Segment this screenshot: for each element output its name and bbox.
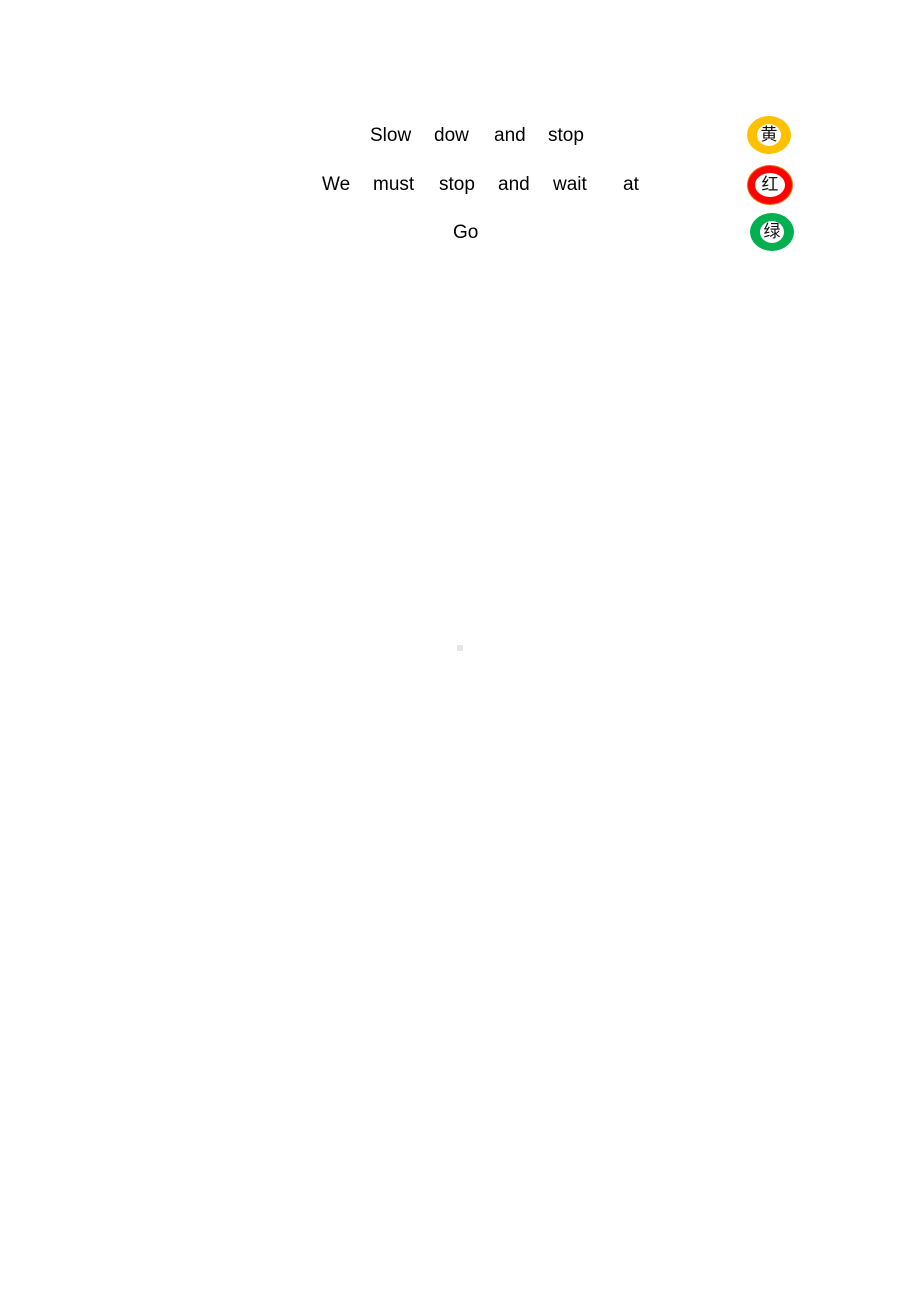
- word: and: [498, 174, 530, 195]
- word: We: [322, 174, 351, 195]
- word: stop: [439, 174, 475, 195]
- word: wait: [553, 174, 587, 195]
- green-light-icon: 绿: [750, 213, 794, 251]
- red-light-label: 红: [755, 173, 785, 197]
- word: and: [494, 125, 526, 146]
- page-marker: [457, 645, 463, 651]
- word: Slow: [370, 125, 412, 146]
- green-light-label: 绿: [760, 221, 784, 243]
- word: Go: [453, 222, 479, 243]
- word: dow: [434, 125, 469, 146]
- word: stop: [548, 125, 584, 146]
- word: must: [373, 174, 415, 195]
- yellow-light-icon: 黄: [747, 116, 791, 154]
- word: at: [623, 174, 639, 195]
- yellow-light-label: 黄: [757, 124, 781, 146]
- red-light-icon: 红: [748, 166, 792, 204]
